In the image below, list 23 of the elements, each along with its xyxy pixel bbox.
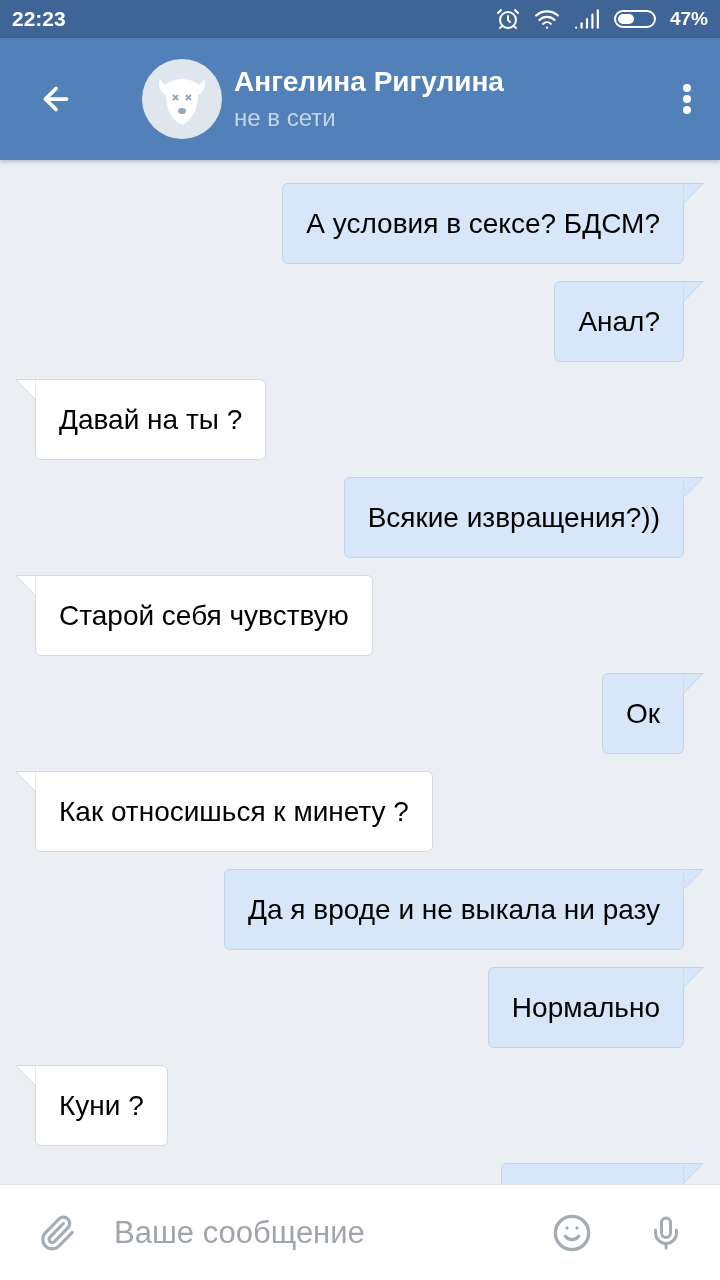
message-text: Старой себя чувствую: [59, 599, 349, 632]
attach-button[interactable]: [38, 1213, 76, 1252]
battery-icon: [613, 10, 656, 28]
alarm-icon: [495, 7, 520, 31]
more-icon: [682, 83, 692, 115]
clock-time: 22:23: [12, 7, 67, 31]
message-text: Давай на ты ?: [59, 403, 243, 436]
contact-status: не в сети: [234, 104, 337, 132]
message-text: Всякие извращения?)): [367, 501, 660, 534]
signal-icon: [573, 6, 600, 32]
message-text: Ок: [625, 697, 660, 730]
avatar-icon: [142, 59, 222, 139]
message-text: Куни ?: [59, 1089, 144, 1122]
battery-percent: 47%: [669, 8, 708, 30]
message-text: Да я вроде и не выкала ни разу: [248, 893, 660, 926]
paperclip-icon: [38, 1213, 76, 1252]
message-text: Нормально: [511, 991, 660, 1024]
emoji-button[interactable]: [552, 1212, 592, 1253]
message-text: Как относишься к минету ?: [59, 795, 409, 828]
contact-name: Ангелина Ригулина: [234, 66, 505, 98]
smiley-icon: [552, 1212, 592, 1253]
message-text: А условия в сексе? БДСМ?: [306, 207, 660, 240]
message-text: Анал?: [578, 305, 660, 338]
